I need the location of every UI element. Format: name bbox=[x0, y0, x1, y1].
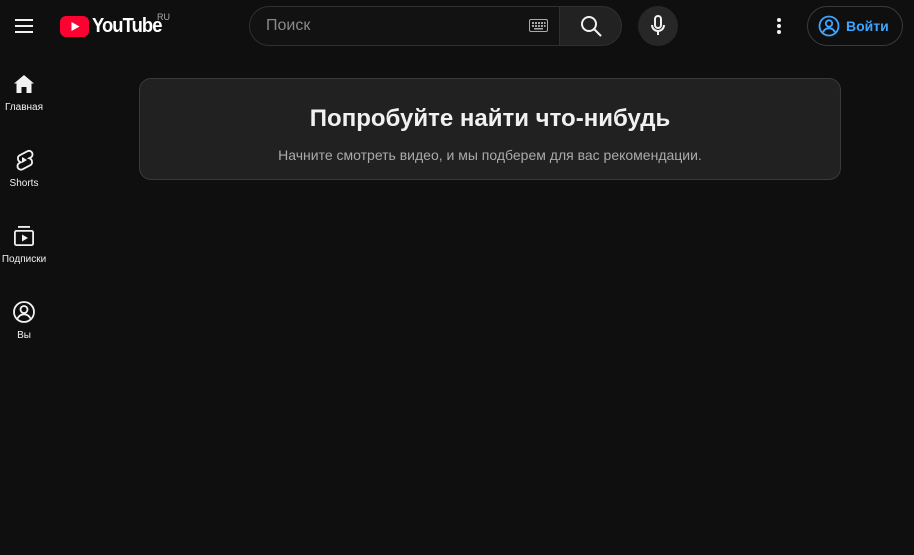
sidebar-item-label: Подписки bbox=[1, 254, 47, 265]
sidebar-item-subscriptions[interactable]: Подписки bbox=[0, 208, 48, 282]
voice-search-button[interactable] bbox=[638, 6, 678, 46]
hamburger-menu-icon bbox=[15, 19, 33, 33]
empty-feed-title: Попробуйте найти что-нибудь bbox=[309, 105, 671, 132]
youtube-logo[interactable]: YouTube bbox=[60, 14, 168, 38]
sidebar-item-home[interactable]: Главная bbox=[0, 56, 48, 130]
settings-menu-button[interactable] bbox=[761, 8, 797, 44]
empty-feed-card: Попробуйте найти что-нибудь Начните смот… bbox=[139, 78, 841, 180]
logo-wordmark: YouTube bbox=[92, 14, 162, 37]
sidebar-item-shorts[interactable]: Shorts bbox=[0, 132, 48, 206]
search-button[interactable] bbox=[559, 6, 622, 46]
search-input[interactable] bbox=[266, 17, 516, 35]
shorts-icon bbox=[16, 149, 34, 171]
sign-in-button[interactable]: Войти bbox=[807, 6, 903, 46]
sign-in-label: Войти bbox=[846, 18, 889, 34]
sidebar-item-label: Shorts bbox=[9, 178, 39, 189]
search-icon bbox=[580, 16, 601, 37]
subscriptions-icon bbox=[14, 226, 35, 246]
guide-menu-button[interactable] bbox=[6, 8, 42, 44]
microphone-icon bbox=[651, 15, 665, 35]
sidebar-item-you[interactable]: Вы bbox=[0, 284, 48, 358]
more-vert-icon bbox=[777, 18, 781, 34]
empty-feed-subtitle: Начните смотреть видео, и мы подберем дл… bbox=[278, 147, 702, 163]
keyboard-icon[interactable] bbox=[529, 19, 548, 32]
logo-region-code: RU bbox=[157, 12, 170, 22]
youtube-play-icon bbox=[60, 15, 89, 37]
sidebar-item-label: Вы bbox=[17, 330, 31, 341]
home-icon bbox=[14, 75, 34, 93]
masthead: YouTube RU Поиск Войти bbox=[0, 0, 914, 52]
account-circle-icon bbox=[818, 15, 840, 37]
search-box bbox=[249, 6, 559, 46]
youtube-page: YouTube RU Поиск Войти Главная Shorts По… bbox=[0, 0, 914, 555]
you-icon bbox=[13, 301, 35, 323]
sidebar-item-label: Главная bbox=[4, 102, 44, 113]
